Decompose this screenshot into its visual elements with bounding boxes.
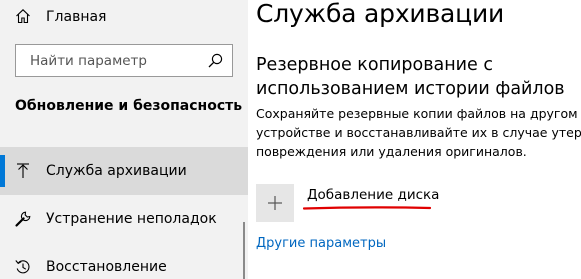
sidebar-item-troubleshoot[interactable]: Устранение неполадок [0, 195, 248, 243]
sidebar-item-recovery[interactable]: Восстановление [0, 243, 248, 279]
section-description: Сохраняйте резервные копии файлов на дру… [256, 106, 581, 159]
sidebar-section-title: Обновление и безопасность [15, 98, 243, 114]
more-options-link[interactable]: Другие параметры [256, 235, 386, 253]
search-box[interactable] [15, 44, 233, 77]
sidebar-item-label: Устранение неполадок [46, 211, 217, 227]
add-drive-button[interactable]: Добавление диска [256, 184, 446, 222]
search-input[interactable] [16, 45, 210, 76]
main-content: Служба архивации Резервное копирование с… [248, 0, 581, 279]
plus-icon [268, 196, 282, 210]
search-icon[interactable] [208, 53, 223, 68]
backup-icon [17, 163, 29, 178]
sidebar-item-label: Восстановление [46, 259, 167, 275]
add-drive-label[interactable]: Добавление диска [307, 186, 439, 204]
selected-indicator [0, 155, 5, 187]
sidebar-home-label: Главная [46, 9, 107, 25]
sidebar-scrollbar[interactable] [243, 222, 245, 279]
sidebar-item-label: Служба архивации [46, 163, 187, 179]
sidebar-item-backup[interactable]: Служба архивации [0, 147, 248, 195]
page-title: Служба архивации [256, 0, 505, 28]
recovery-icon [15, 260, 30, 274]
sidebar-home[interactable]: Главная [0, 2, 248, 32]
wrench-icon [15, 211, 31, 227]
home-icon [16, 9, 30, 24]
section-subtitle: Резервное копирование с использованием и… [256, 55, 565, 99]
sidebar: Главная Обновление и безопасность Служба… [0, 0, 248, 279]
add-drive-tile[interactable] [256, 184, 294, 222]
settings-window: Главная Обновление и безопасность Служба… [0, 0, 581, 279]
red-underline-annotation [303, 206, 431, 210]
